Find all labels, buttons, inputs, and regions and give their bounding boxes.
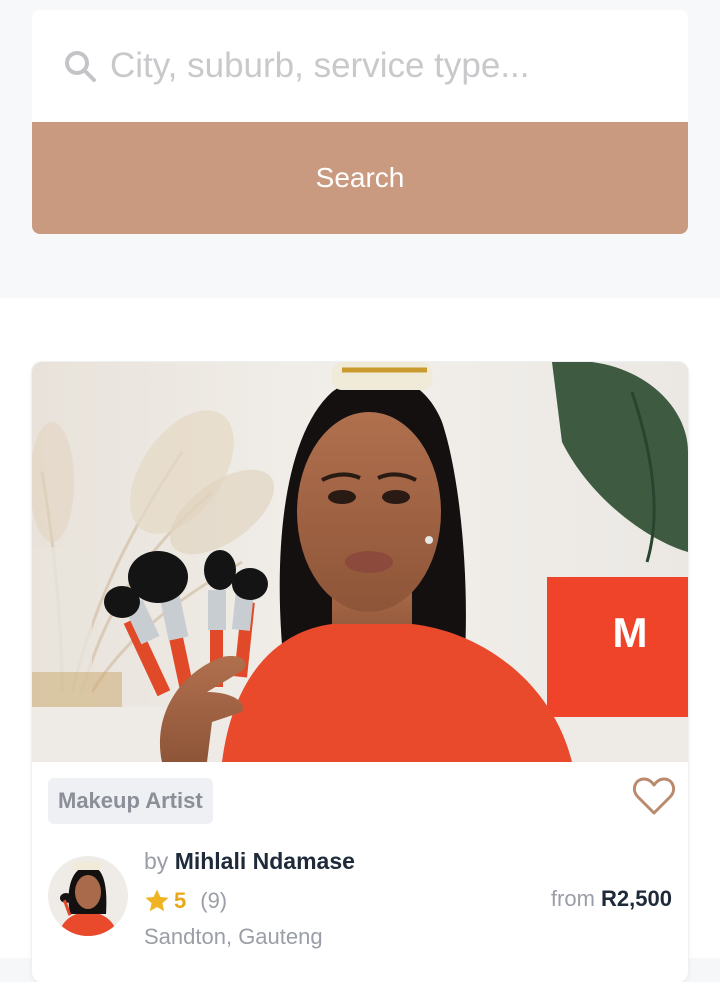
location: Sandton, Gauteng [144,924,323,949]
search-input[interactable] [110,36,670,96]
brand-logo: M [613,609,648,656]
artist-name[interactable]: Mihlali Ndamase [175,848,355,874]
rating: 5 (9) [144,884,227,918]
review-count: (9) [200,888,228,913]
artist-byline: by Mihlali Ndamase [144,848,355,875]
search-button[interactable]: Search [32,122,688,234]
category-badge: Makeup Artist [48,778,213,824]
by-prefix: by [144,848,169,874]
listing-photo: M [32,362,688,762]
search-icon [65,51,96,82]
price: from R2,500 [551,886,672,912]
price-prefix: from [550,886,595,911]
avatar[interactable] [48,856,128,936]
heart-icon[interactable] [632,776,676,816]
listing-card[interactable]: M Makeup Artist by Mihlali Ndamase 5 (9)… [32,362,688,982]
star-icon [145,889,169,912]
rating-value: 5 [174,888,187,913]
price-amount: R2,500 [601,886,672,911]
search-field-container[interactable] [32,10,688,123]
